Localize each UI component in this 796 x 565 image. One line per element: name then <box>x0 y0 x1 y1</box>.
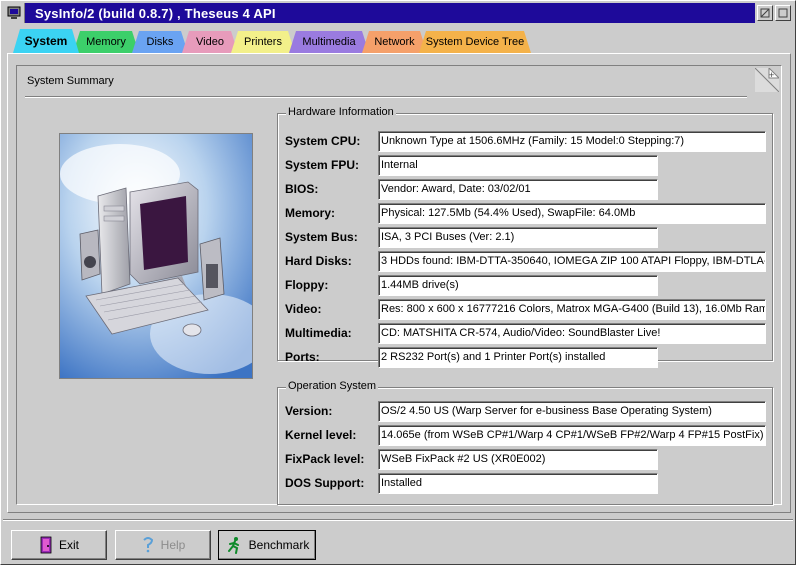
svg-text:+: + <box>769 70 774 80</box>
tab-memory-label: Memory <box>86 36 126 48</box>
fixpack-field[interactable]: WSeB FixPack #2 US (XR0E002) <box>378 448 658 470</box>
operation-system-group: Operation System Version: OS/2 4.50 US (… <box>277 380 773 505</box>
ports-label: Ports: <box>285 350 320 364</box>
os-group-title: Operation System <box>286 380 379 392</box>
tab-multimedia-label: Multimedia <box>302 36 356 48</box>
tab-multimedia[interactable]: Multimedia <box>289 31 369 53</box>
fixpack-label: FixPack level: <box>285 452 365 466</box>
floppy-field[interactable]: 1.44MB drive(s) <box>378 274 658 296</box>
kernel-field[interactable]: 14.065e (from WSeB CP#1/Warp 4 CP#1/WSeB… <box>378 424 766 446</box>
bios-label: BIOS: <box>285 182 319 196</box>
memory-label: Memory: <box>285 206 336 220</box>
exit-button-label: Exit <box>58 538 79 552</box>
benchmark-button-label: Benchmark <box>248 538 310 552</box>
tab-system-device-tree[interactable]: System Device Tree <box>419 31 531 53</box>
tab-memory[interactable]: Memory <box>73 31 139 53</box>
help-button[interactable]: Help <box>115 530 211 560</box>
window-title: SysInfo/2 (build 0.8.7) , Theseus 4 API <box>35 5 276 21</box>
tab-system-label: System <box>24 34 68 48</box>
memory-field[interactable]: Physical: 127.5Mb (54.4% Used), SwapFile… <box>378 202 766 224</box>
system-summary-panel: System Summary + Hardware Information Sy… <box>16 65 782 505</box>
running-man-icon <box>227 537 239 554</box>
tab-printers[interactable]: Printers <box>231 31 295 53</box>
tab-network-label: Network <box>374 36 415 48</box>
tab-system[interactable]: System <box>13 29 79 53</box>
video-label: Video: <box>285 302 322 316</box>
minimize-button[interactable] <box>757 5 773 21</box>
dos-field[interactable]: Installed <box>378 472 658 494</box>
fpu-field[interactable]: Internal <box>378 154 658 176</box>
notebook-page: System Summary + Hardware Information Sy… <box>7 53 791 513</box>
minimize-icon <box>760 8 770 18</box>
multimedia-field[interactable]: CD: MATSHITA CR-574, Audio/Video: SoundB… <box>378 322 766 344</box>
bus-field[interactable]: ISA, 3 PCI Buses (Ver: 2.1) <box>378 226 658 248</box>
tab-video-label: Video <box>196 36 224 48</box>
window-menu-icon[interactable] <box>3 3 25 23</box>
maximize-icon <box>778 8 788 18</box>
dos-label: DOS Support: <box>285 476 365 490</box>
cpu-label: System CPU: <box>285 134 361 148</box>
multimedia-label: Multimedia: <box>285 326 352 340</box>
tab-disks-label: Disks <box>146 36 174 48</box>
disks-label: Hard Disks: <box>285 254 352 268</box>
hardware-information-group: Hardware Information System CPU: Unknown… <box>277 106 773 368</box>
app-window: SysInfo/2 (build 0.8.7) , Theseus 4 API … <box>0 0 796 565</box>
bios-field[interactable]: Vendor: Award, Date: 03/02/01 <box>378 178 658 200</box>
help-button-label: Help <box>160 538 186 552</box>
button-bar-divider <box>3 519 793 521</box>
kernel-label: Kernel level: <box>285 428 357 442</box>
floppy-label: Floppy: <box>285 278 329 292</box>
hardware-group-title: Hardware Information <box>286 106 396 118</box>
notebook-tabs: System Memory Disks Video Printers Multi… <box>7 29 787 53</box>
exit-button[interactable]: Exit <box>11 530 107 560</box>
tab-network[interactable]: Network <box>362 31 427 53</box>
tab-printers-label: Printers <box>244 36 282 48</box>
summary-title: System Summary <box>27 75 114 87</box>
door-exit-icon <box>40 536 52 554</box>
title-bar[interactable]: SysInfo/2 (build 0.8.7) , Theseus 4 API <box>3 3 793 23</box>
bus-label: System Bus: <box>285 230 358 244</box>
cpu-field[interactable]: Unknown Type at 1506.6MHz (Family: 15 Mo… <box>378 130 766 152</box>
summary-divider <box>25 96 747 98</box>
video-field[interactable]: Res: 800 x 600 x 16777216 Colors, Matrox… <box>378 298 766 320</box>
maximize-button[interactable] <box>775 5 791 21</box>
disks-field[interactable]: 3 HDDs found: IBM-DTTA-350640, IOMEGA ZI… <box>378 250 766 272</box>
tab-video[interactable]: Video <box>182 31 238 53</box>
help-icon <box>142 537 153 553</box>
page-turn-icon[interactable]: + <box>755 68 779 92</box>
version-field[interactable]: OS/2 4.50 US (Warp Server for e-business… <box>378 400 766 422</box>
desktop-computer-picture <box>59 133 253 379</box>
fpu-label: System FPU: <box>285 158 360 172</box>
tab-disks[interactable]: Disks <box>132 31 188 53</box>
version-label: Version: <box>285 404 333 418</box>
ports-field[interactable]: 2 RS232 Port(s) and 1 Printer Port(s) in… <box>378 346 658 368</box>
tab-system-device-tree-label: System Device Tree <box>425 36 525 48</box>
benchmark-button[interactable]: Benchmark <box>218 530 316 560</box>
